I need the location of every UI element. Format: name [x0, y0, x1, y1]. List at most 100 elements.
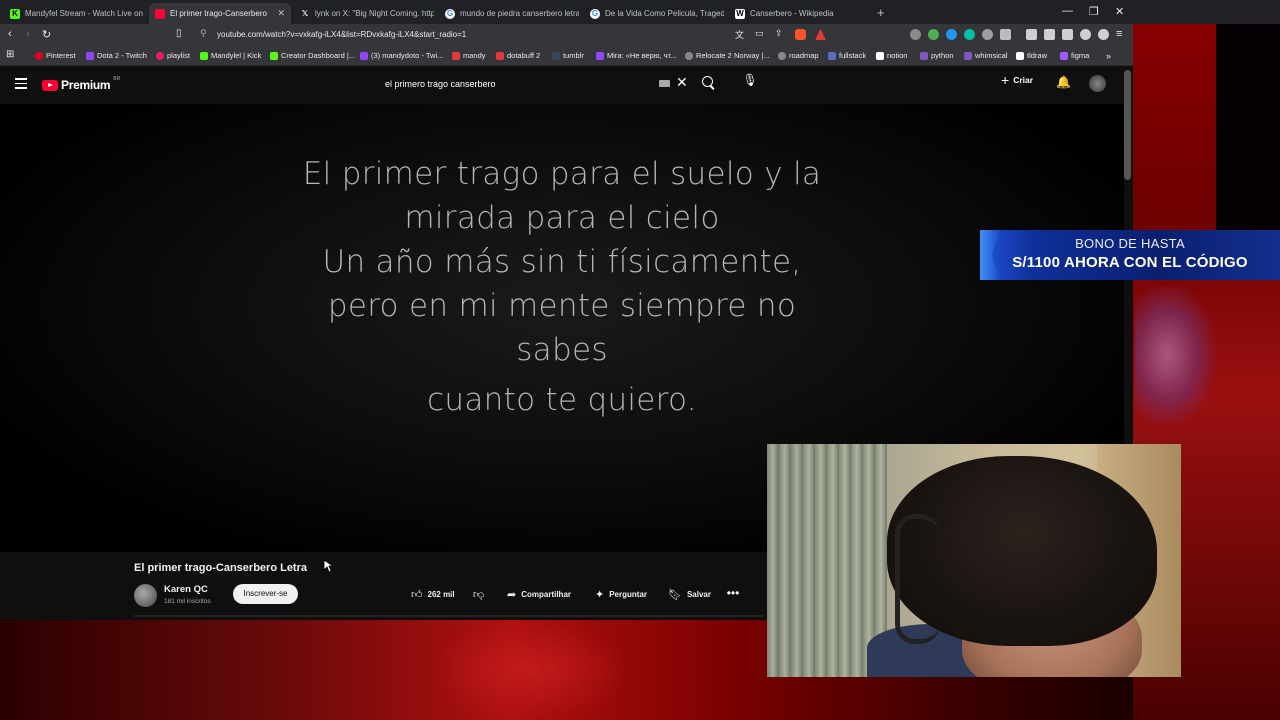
site-info-icon[interactable]: ⚲ [200, 28, 207, 39]
bookmark-item[interactable]: whimsical [964, 51, 1008, 60]
cast-icon[interactable]: ▭ [755, 28, 764, 39]
more-options-icon[interactable]: ••• [725, 584, 741, 604]
search-icon[interactable] [702, 76, 716, 90]
bookmark-item[interactable]: mandy [452, 51, 486, 60]
tldraw-icon [1016, 51, 1024, 60]
brave-shield-icon[interactable] [795, 29, 806, 40]
search-input[interactable]: el primero trago canserbero [376, 74, 692, 94]
bookmark-item[interactable]: figma [1060, 51, 1089, 60]
tab-google-1[interactable]: G mundo de piedra canserbero letra - [439, 3, 579, 24]
bookmark-item[interactable]: Dota 2 - Twitch [86, 51, 147, 60]
tab-bar: K Mandyfel Stream - Watch Live on Kick E… [0, 0, 1280, 24]
like-button[interactable]: 👍︎ 262 mil [411, 584, 455, 604]
reload-icon[interactable]: ↻ [42, 28, 51, 41]
tab-kick[interactable]: K Mandyfel Stream - Watch Live on Kick [4, 3, 146, 24]
tab-x[interactable]: 𝕏 lynk on X: "Big Night Coming. https: [294, 3, 434, 24]
python-icon [920, 51, 928, 60]
ask-button[interactable]: ✦ Perguntar [595, 584, 647, 604]
save-button[interactable]: 🔖︎ Salvar [668, 584, 711, 604]
lyric-line: El primer trago para el suelo y la [302, 156, 822, 192]
sparkle-icon: ✦ [595, 588, 605, 601]
globe-icon [685, 51, 693, 60]
back-icon[interactable]: ‹ [8, 28, 12, 40]
leo-ai-icon[interactable] [1080, 29, 1091, 40]
bookmark-item[interactable]: dotabuff 2 [496, 51, 540, 60]
keyboard-icon[interactable] [659, 80, 670, 87]
promo-banner: BONO DE HASTA S/1100 AHORA CON EL CÓDIGO [980, 230, 1280, 280]
youtube-logo[interactable]: Premium BR [42, 76, 120, 92]
tab-title: El primer trago-Canserbero Letra [170, 9, 268, 18]
url-field[interactable]: youtube.com/watch?v=vxkafg-iLX4&list=RDv… [217, 30, 466, 39]
bookmark-item[interactable]: Mira: «Не верю, чт... [596, 51, 676, 60]
share-button[interactable]: ➦ Compartilhar [507, 584, 571, 604]
dislike-button[interactable]: 👎︎ [473, 584, 484, 604]
extension-icon[interactable] [928, 29, 939, 40]
bookmark-item[interactable]: Creator Dashboard |... [270, 51, 355, 60]
stream-figure-art [1135, 285, 1215, 425]
notifications-bell-icon[interactable]: 🔔 [1056, 75, 1071, 89]
media-icon[interactable] [1026, 29, 1037, 40]
bookmark-icon[interactable]: ▯ [176, 28, 182, 39]
bookmark-item[interactable]: fullstack [828, 51, 866, 60]
bookmark-item[interactable]: python [920, 51, 954, 60]
youtube-icon [155, 8, 165, 19]
bookmark-item[interactable]: notion [876, 51, 907, 60]
bookmark-item[interactable]: Relocate 2 Norway |... [685, 51, 770, 60]
tab-wikipedia[interactable]: W Canserbero - Wikipedia [729, 3, 869, 24]
clear-search-icon[interactable]: ✕ [676, 74, 688, 91]
new-tab-icon[interactable]: + [877, 5, 885, 20]
create-button[interactable]: + Criar [1001, 73, 1033, 87]
tab-youtube[interactable]: El primer trago-Canserbero Letra ✕ [149, 3, 291, 24]
youtube-play-icon [42, 79, 58, 91]
stream-side-dark [1216, 0, 1280, 230]
hamburger-menu-icon[interactable] [15, 78, 27, 92]
bookmark-item[interactable]: (3) mandydoto - Twi... [360, 51, 443, 60]
bookmarks-bar: ⊞ Pinterest Dota 2 - Twitch playlist Man… [0, 46, 1133, 66]
extension-icon[interactable] [910, 29, 921, 40]
bookmark-item[interactable]: Mandylel | Kick [200, 51, 261, 60]
menu-icon[interactable]: ≡ [1116, 28, 1122, 40]
youtube-header: Premium BR el primero trago canserbero ✕… [0, 66, 1133, 104]
tab-title: Canserbero - Wikipedia [750, 9, 834, 18]
share-arrow-icon: ➦ [507, 588, 517, 601]
bookmark-item[interactable]: tumblr [552, 51, 584, 60]
restore-icon[interactable]: ❐ [1089, 5, 1099, 18]
account-avatar[interactable] [1089, 75, 1106, 92]
subscribe-button[interactable]: Inscrever-se [233, 584, 298, 604]
bookmark-item[interactable]: Pinterest [35, 51, 76, 60]
twitch-icon [360, 51, 368, 60]
extension-icon[interactable] [964, 29, 975, 40]
tab-title: De la Vida Como Pelicula, Tragedia, C [605, 9, 724, 18]
lyric-line: mirada para el cielo [404, 200, 720, 236]
bookmark-item[interactable]: roadmap [778, 51, 819, 60]
lyric-line: pero en mi mente siempre no [327, 288, 797, 324]
more-bookmarks-icon[interactable]: » [1106, 51, 1111, 61]
apps-grid-icon[interactable]: ⊞ [6, 49, 14, 60]
bookmark-item[interactable]: tldraw [1016, 51, 1047, 60]
channel-name[interactable]: Karen QC [164, 584, 208, 595]
brave-rewards-icon[interactable] [815, 29, 826, 40]
share-icon[interactable]: ⇪ [775, 28, 783, 39]
translate-icon[interactable]: 文 [735, 28, 744, 41]
tab-google-2[interactable]: G De la Vida Como Pelicula, Tragedia, C [584, 3, 724, 24]
extension-icon[interactable] [982, 29, 993, 40]
extension-icon[interactable] [946, 29, 957, 40]
page-scrollbar[interactable] [1124, 70, 1131, 180]
sidebar-icon[interactable] [1062, 29, 1073, 40]
google-icon: G [590, 8, 600, 19]
channel-avatar[interactable] [134, 584, 157, 607]
bookmark-item[interactable]: playlist [156, 51, 190, 60]
extension-icon[interactable] [1000, 29, 1011, 40]
tab-close-icon[interactable]: ✕ [277, 8, 285, 19]
reading-list-icon[interactable] [1044, 29, 1055, 40]
lyrics-text: El primer trago para el suelo y la mirad… [0, 152, 1124, 422]
dotabuff-icon [452, 51, 460, 60]
close-window-icon[interactable]: ✕ [1115, 5, 1124, 18]
microphone-icon[interactable]: 🎙 [740, 73, 760, 93]
globe-icon [778, 51, 786, 60]
vpn-icon[interactable] [1098, 29, 1109, 40]
dotabuff-icon [496, 51, 504, 60]
forward-icon[interactable]: › [26, 28, 30, 40]
webcam-feed [767, 444, 1181, 677]
minimize-icon[interactable]: — [1062, 5, 1073, 17]
